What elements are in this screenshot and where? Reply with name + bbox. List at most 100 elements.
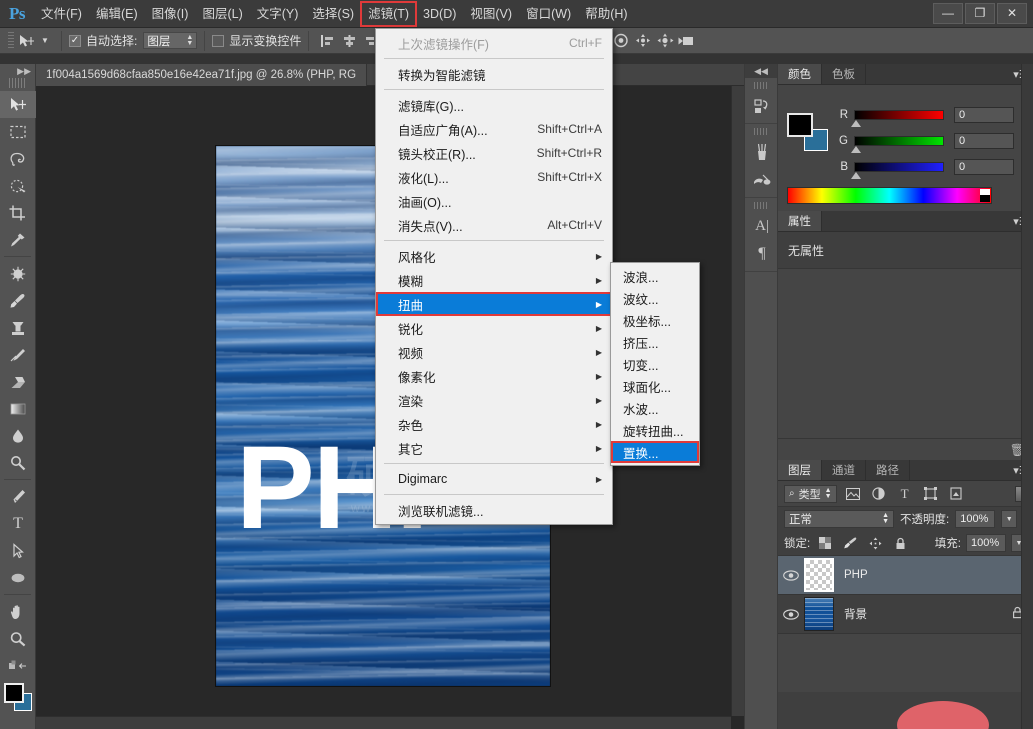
quick-selection-tool[interactable]: [0, 172, 36, 199]
align-left-edges-icon[interactable]: [317, 32, 337, 50]
submenu-item-0[interactable]: 波浪...: [611, 265, 699, 287]
move-tool-icon[interactable]: [18, 32, 36, 50]
opacity-dropdown-icon[interactable]: ▼: [1001, 510, 1018, 528]
menu-item-5[interactable]: 自适应广角(A)... Shift+Ctrl+A: [376, 117, 612, 141]
pen-tool[interactable]: [0, 483, 36, 510]
eraser-tool[interactable]: [0, 368, 36, 395]
menu-layer[interactable]: 图层(L): [195, 2, 249, 26]
tab-channels[interactable]: 通道: [822, 460, 866, 480]
blend-mode-select[interactable]: 正常 ▲ ▼: [784, 510, 894, 528]
layer-name[interactable]: PHP: [844, 569, 868, 581]
red-slider[interactable]: [851, 110, 944, 127]
lock-transparency-icon[interactable]: [815, 534, 835, 552]
foreground-color-chip[interactable]: [787, 113, 813, 137]
menu-item-14[interactable]: 锐化 ▶: [376, 316, 612, 340]
menu-select[interactable]: 选择(S): [305, 2, 361, 26]
menu-help[interactable]: 帮助(H): [578, 2, 634, 26]
menu-item-16[interactable]: 像素化 ▶: [376, 364, 612, 388]
menu-item-18[interactable]: 杂色 ▶: [376, 412, 612, 436]
layer-thumbnail[interactable]: [804, 597, 834, 631]
history-brush-tool[interactable]: [0, 341, 36, 368]
auto-select-scope-select[interactable]: 图层 ▲ ▼: [143, 32, 198, 49]
auto-select-checkbox[interactable]: ✓: [69, 34, 81, 47]
lock-all-icon[interactable]: [890, 534, 910, 552]
eye-icon[interactable]: [778, 569, 804, 581]
brush-presets-icon[interactable]: [745, 138, 779, 166]
quick-mask-mode-icon[interactable]: [0, 723, 36, 729]
blue-slider[interactable]: [851, 162, 944, 179]
menu-item-19[interactable]: 其它 ▶: [376, 436, 612, 460]
rail-grip-2[interactable]: [754, 128, 768, 135]
blue-value[interactable]: 0: [954, 159, 1014, 175]
menu-view[interactable]: 视图(V): [463, 2, 519, 26]
red-value[interactable]: 0: [954, 107, 1014, 123]
submenu-item-3[interactable]: 挤压...: [611, 331, 699, 353]
foreground-background-color-swatches[interactable]: [0, 679, 35, 723]
lock-image-icon[interactable]: [840, 534, 860, 552]
menu-item-4[interactable]: 滤镜库(G)...: [376, 93, 612, 117]
show-transform-checkbox[interactable]: [212, 34, 225, 47]
submenu-item-2[interactable]: 极坐标...: [611, 309, 699, 331]
lasso-tool[interactable]: [0, 145, 36, 172]
fill-value[interactable]: 100%: [966, 534, 1006, 552]
menu-item-21[interactable]: Digimarc ▶: [376, 467, 612, 491]
table-row[interactable]: PHP: [778, 556, 1033, 595]
table-row[interactable]: 背景: [778, 595, 1033, 634]
submenu-item-1[interactable]: 波纹...: [611, 287, 699, 309]
menu-item-15[interactable]: 视频 ▶: [376, 340, 612, 364]
pan-3d-icon[interactable]: [633, 32, 653, 50]
gradient-tool[interactable]: [0, 395, 36, 422]
align-horizontal-centers-icon[interactable]: [339, 32, 359, 50]
distort-submenu[interactable]: 波浪... 波纹... 极坐标... 挤压... 切变... 球面化... 水波... 旋转扭…: [610, 262, 700, 466]
layer-list[interactable]: PHP 背景: [778, 555, 1033, 634]
minimize-button[interactable]: —: [933, 2, 963, 24]
menu-window[interactable]: 窗口(W): [519, 2, 578, 26]
clone-stamp-tool[interactable]: [0, 314, 36, 341]
canvas-vertical-scrollbar[interactable]: [731, 86, 744, 716]
menu-file[interactable]: 文件(F): [34, 2, 89, 26]
zoom-tool[interactable]: [0, 625, 36, 652]
edit-toolbar-more-icon[interactable]: [0, 652, 36, 679]
options-bar-grip[interactable]: [8, 31, 14, 50]
brush-tool[interactable]: [0, 287, 36, 314]
tab-paths[interactable]: 路径: [866, 460, 910, 480]
rail-grip-3[interactable]: [754, 202, 768, 209]
opacity-value[interactable]: 100%: [955, 510, 996, 528]
brush-settings-icon[interactable]: [745, 166, 779, 194]
tools-collapse-button[interactable]: ▶▶: [0, 64, 35, 78]
menu-item-2[interactable]: 转换为智能滤镜: [376, 62, 612, 86]
menu-item-11[interactable]: 风格化 ▶: [376, 244, 612, 268]
menu-filter[interactable]: 滤镜(T): [360, 0, 418, 27]
move-tool-dropdown-icon[interactable]: ▼: [36, 32, 54, 50]
filter-type-layers-icon[interactable]: T: [895, 485, 915, 503]
crop-tool[interactable]: [0, 199, 36, 226]
menu-item-8[interactable]: 油画(O)...: [376, 189, 612, 213]
close-button[interactable]: ✕: [997, 2, 1027, 24]
submenu-item-4[interactable]: 切变...: [611, 353, 699, 375]
menu-item-7[interactable]: 液化(L)... Shift+Ctrl+X: [376, 165, 612, 189]
submenu-item-7[interactable]: 旋转扭曲...: [611, 419, 699, 441]
blue-slider-thumb[interactable]: [851, 172, 861, 179]
layer-name[interactable]: 背景: [844, 606, 867, 622]
green-slider[interactable]: [851, 136, 944, 153]
menu-3d[interactable]: 3D(D): [416, 2, 463, 26]
character-panel-icon[interactable]: A|: [745, 212, 779, 240]
filter-pixel-layers-icon[interactable]: [843, 485, 863, 503]
eyedropper-tool[interactable]: [0, 226, 36, 253]
color-swatches[interactable]: [787, 113, 829, 151]
submenu-item-5[interactable]: 球面化...: [611, 375, 699, 397]
red-slider-thumb[interactable]: [851, 120, 861, 127]
rectangular-marquee-tool[interactable]: [0, 118, 36, 145]
path-selection-tool[interactable]: [0, 537, 36, 564]
menu-image[interactable]: 图像(I): [145, 2, 196, 26]
filter-menu-dropdown[interactable]: 上次滤镜操作(F) Ctrl+F 转换为智能滤镜 滤镜库(G)... 自适应广角(A).…: [375, 28, 613, 525]
history-icon[interactable]: [745, 92, 779, 120]
black-chip[interactable]: [980, 195, 990, 202]
tools-panel-grip[interactable]: [9, 78, 26, 88]
canvas-horizontal-scrollbar[interactable]: [36, 716, 731, 729]
menu-edit[interactable]: 编辑(E): [89, 2, 145, 26]
move-tool[interactable]: [0, 91, 36, 118]
layer-filter-kind-select[interactable]: ⌕ 类型 ▲ ▼: [784, 484, 837, 503]
maximize-button[interactable]: ❐: [965, 2, 995, 24]
rail-grip-1[interactable]: [754, 82, 768, 89]
